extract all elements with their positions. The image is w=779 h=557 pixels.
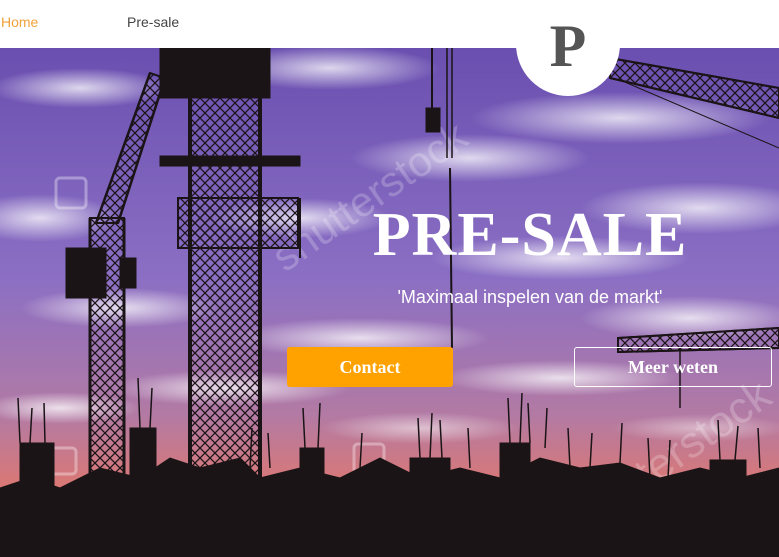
hero-title: PRE-SALE xyxy=(372,201,688,269)
meer-weten-button[interactable]: Meer weten xyxy=(574,347,772,387)
hero-subtitle: 'Maximaal inspelen van de markt' xyxy=(397,287,663,307)
logo-letter: P xyxy=(549,13,587,79)
nav-link-home[interactable]: Home xyxy=(1,14,38,30)
nav-link-pre-sale[interactable]: Pre-sale xyxy=(127,14,179,30)
page: Home Pre-sale P shutterstock shutterstoc… xyxy=(0,0,779,557)
contact-button[interactable]: Contact xyxy=(287,347,453,387)
top-navigation: Home Pre-sale xyxy=(0,0,779,48)
